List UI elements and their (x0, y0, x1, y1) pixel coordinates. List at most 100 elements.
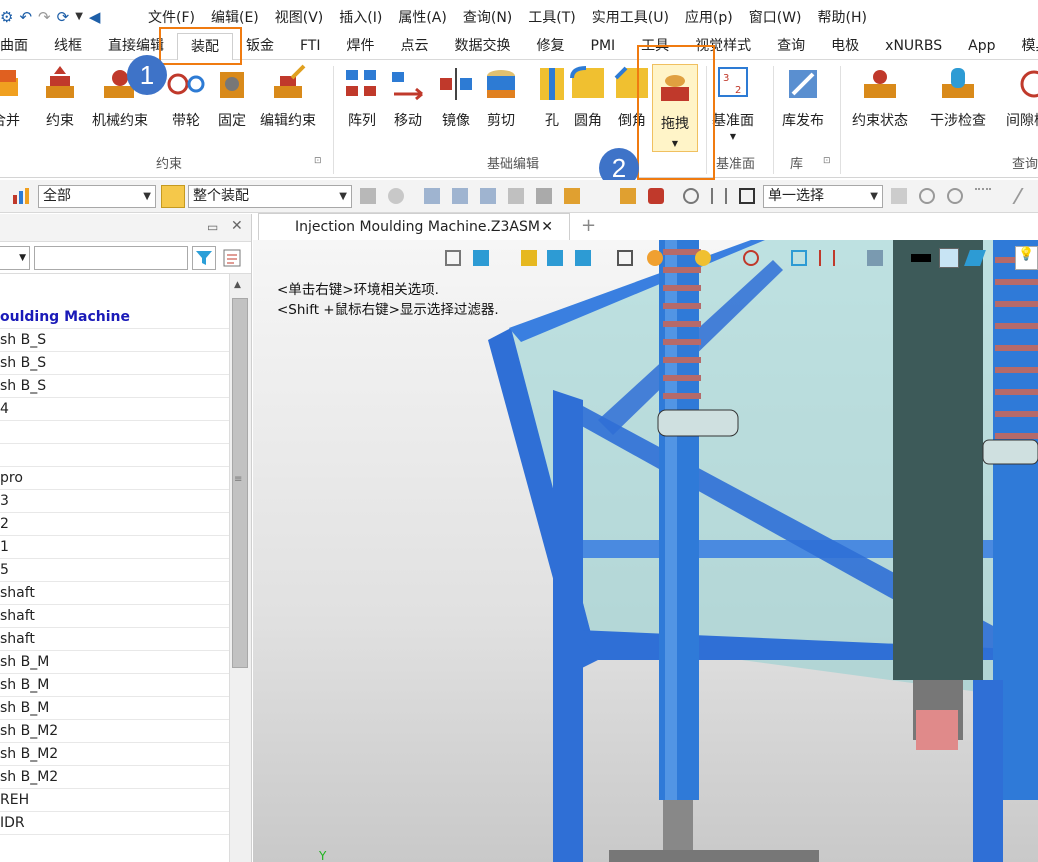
scroll-up-icon[interactable]: ▲ (234, 280, 241, 290)
tree-row[interactable]: 2 (0, 513, 229, 536)
fit-view-icon[interactable] (617, 250, 633, 266)
gear-icon[interactable] (919, 188, 935, 204)
cube-view-icon[interactable] (575, 250, 591, 266)
menu-help[interactable]: 帮助(H) (810, 7, 875, 27)
filter-icon[interactable] (192, 246, 216, 270)
tree-search-input[interactable] (34, 246, 188, 270)
menu-properties[interactable]: 属性(A) (390, 7, 455, 27)
clearance-check-button[interactable]: 间隙检查 (1006, 64, 1038, 130)
filter-select[interactable]: 全部 ▼ (38, 185, 156, 208)
pick-tool-icon[interactable] (388, 188, 404, 204)
close-icon[interactable]: ✕ (231, 218, 243, 234)
menu-edit[interactable]: 编辑(E) (203, 7, 267, 27)
constraint-status-button[interactable]: 约束状态 (852, 64, 908, 130)
menu-query[interactable]: 查询(N) (455, 7, 520, 27)
lighting-icon[interactable] (695, 250, 711, 266)
tree-root[interactable]: oulding Machine (0, 306, 229, 329)
library-publish-button[interactable]: 库发布 (782, 64, 824, 130)
tab-app[interactable]: App (955, 33, 1008, 60)
section-icon[interactable] (791, 250, 807, 266)
belt-button[interactable]: 带轮 (166, 64, 206, 130)
cursor-icon[interactable] (891, 188, 907, 204)
scope-select[interactable]: 整个装配 ▼ (188, 185, 352, 208)
tab-weldment[interactable]: 焊件 (334, 33, 388, 60)
menu-utilities[interactable]: 实用工具(U) (584, 7, 677, 27)
new-tab-icon[interactable]: + (581, 215, 596, 236)
merge-button[interactable]: 合并 (0, 64, 26, 130)
select-tool-icon[interactable] (508, 188, 524, 204)
tree-scrollbar[interactable]: ▲ ≡ (229, 274, 251, 862)
tree-row[interactable] (0, 329, 229, 352)
select-tool-icon[interactable] (424, 188, 440, 204)
tree-row[interactable]: sh B_M2 (0, 720, 229, 743)
tab-pointcloud[interactable]: 点云 (388, 33, 442, 60)
filter-tool-icon[interactable] (360, 188, 376, 204)
tab-mold[interactable]: 模具 (1009, 33, 1038, 60)
tree-row[interactable] (0, 444, 229, 467)
tab-data-exchange[interactable]: 数据交换 (442, 33, 524, 60)
undo-icon[interactable]: ↶ (19, 8, 32, 26)
tree-row[interactable]: shaft (0, 582, 229, 605)
tab-surface[interactable]: 曲面 (0, 33, 41, 60)
document-tab[interactable]: Injection Moulding Machine.Z3ASM ✕ (258, 213, 570, 240)
select-tool-icon[interactable] (480, 188, 496, 204)
cut-button[interactable]: 剪切 (481, 64, 521, 130)
close-icon[interactable]: ✕ (541, 214, 553, 240)
cube-icon[interactable] (547, 250, 563, 266)
cursor-icon[interactable] (536, 188, 552, 204)
refresh-icon[interactable]: ⟳ (57, 8, 70, 26)
bar-chart-icon[interactable] (12, 187, 30, 205)
tree-row[interactable]: 1 (0, 536, 229, 559)
points-icon[interactable] (975, 188, 991, 204)
part-icon[interactable] (620, 188, 636, 204)
target-icon[interactable] (743, 250, 759, 266)
measure-icon[interactable] (711, 188, 727, 204)
tree-row[interactable]: sh B_S (0, 375, 229, 398)
list-icon[interactable] (564, 188, 580, 204)
background-color-icon[interactable] (939, 248, 959, 268)
tree-row[interactable]: 3 (0, 490, 229, 513)
tree-row[interactable]: REH (0, 789, 229, 812)
lightbulb-icon[interactable]: 💡 (1015, 246, 1038, 270)
move-button[interactable]: 移动 (388, 64, 428, 130)
line-icon[interactable] (998, 188, 1024, 204)
display-icon[interactable] (867, 250, 883, 266)
assembly-icon[interactable] (161, 185, 185, 208)
tree-row[interactable]: sh B_M (0, 651, 229, 674)
component-icon[interactable] (648, 188, 664, 204)
expand-icon[interactable]: ⊡ (823, 156, 831, 166)
menu-apps[interactable]: 应用(p) (677, 7, 741, 27)
tree-row[interactable]: shaft (0, 628, 229, 651)
hole-button[interactable]: 孔 (532, 64, 572, 130)
layers-icon[interactable] (964, 250, 986, 266)
selection-mode-select[interactable]: 单一选择 ▼ (763, 185, 883, 208)
tree-row[interactable]: sh B_M2 (0, 766, 229, 789)
select-tool-icon[interactable] (452, 188, 468, 204)
fillet-button[interactable]: 圆角 (568, 64, 608, 130)
menu-window[interactable]: 窗口(W) (741, 7, 810, 27)
tree-row[interactable]: 5 (0, 559, 229, 582)
menu-insert[interactable]: 插入(I) (331, 7, 390, 27)
array-button[interactable]: 阵列 (342, 64, 382, 130)
play-icon[interactable] (947, 188, 963, 204)
restore-icon[interactable]: ▭ (207, 220, 218, 234)
mirror-button[interactable]: 镜像 (436, 64, 476, 130)
layer-icon[interactable] (473, 250, 489, 266)
menu-view[interactable]: 视图(V) (267, 7, 332, 27)
box-select-icon[interactable] (739, 188, 755, 204)
dimension-icon[interactable] (819, 250, 835, 266)
chevron-down-icon[interactable]: ▼ (75, 11, 83, 22)
interference-check-button[interactable]: 干涉检查 (930, 64, 986, 130)
tab-wireframe[interactable]: 线框 (41, 33, 95, 60)
tab-xnurbs[interactable]: xNURBS (872, 33, 955, 60)
redo-icon[interactable]: ↷ (38, 8, 51, 26)
fix-button[interactable]: 固定 (212, 64, 252, 130)
render-mode-icon[interactable] (647, 250, 663, 266)
tree-row[interactable] (0, 421, 229, 444)
back-icon[interactable]: ◀ (89, 8, 101, 26)
background-black-icon[interactable] (911, 254, 931, 262)
tree-row[interactable]: shaft (0, 605, 229, 628)
tree-row[interactable]: pro (0, 467, 229, 490)
pencil-icon[interactable] (521, 250, 537, 266)
tree-row[interactable]: 4 (0, 398, 229, 421)
